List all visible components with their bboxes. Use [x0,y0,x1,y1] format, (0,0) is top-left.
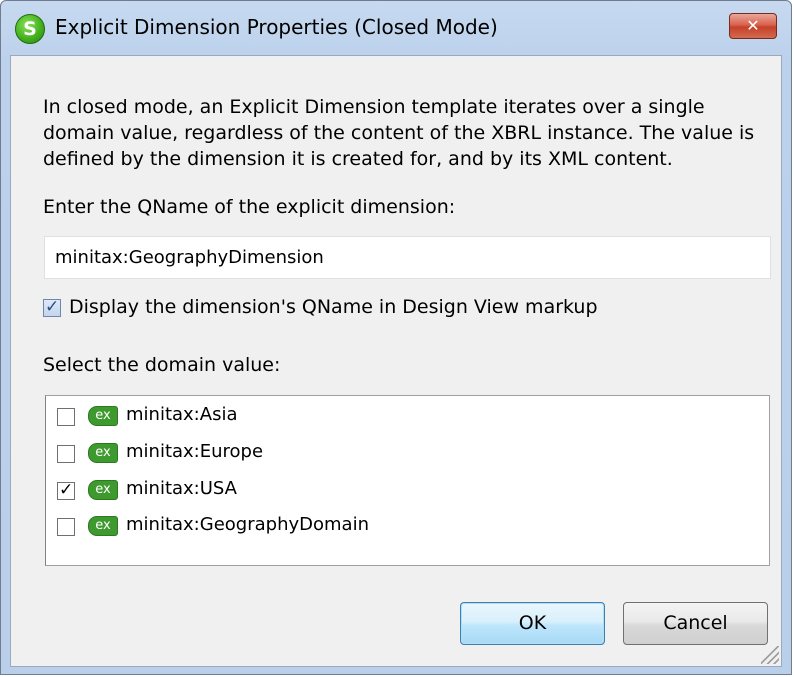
title-bar[interactable]: Explicit Dimension Properties (Closed Mo… [1,1,791,55]
resize-grip-icon[interactable] [761,646,779,664]
display-qname-checkbox[interactable] [43,297,61,317]
domain-checkbox[interactable] [57,480,75,500]
domain-checkbox[interactable] [57,518,75,536]
domain-checkbox[interactable] [57,408,75,426]
qname-input[interactable]: minitax:GeographyDimension [44,236,771,279]
explicit-member-icon: ex [88,406,118,426]
explicit-member-icon: ex [88,516,118,536]
domain-item-label[interactable]: minitax:USA [126,478,237,499]
domain-item-label[interactable]: minitax:GeographyDomain [126,514,369,535]
app-icon [15,14,45,44]
explicit-member-icon: ex [88,480,118,500]
cancel-button[interactable]: Cancel [623,602,768,645]
dialog-window: Explicit Dimension Properties (Closed Mo… [0,0,792,675]
domain-checkbox[interactable] [57,445,75,463]
explicit-member-icon: ex [88,443,118,463]
ok-button[interactable]: OK [460,602,605,645]
display-qname-option[interactable]: Display the dimension's QName in Design … [43,296,598,321]
description-text: In closed mode, an Explicit Dimension te… [43,96,755,170]
domain-item-label[interactable]: minitax:Asia [126,404,237,425]
domain-label: Select the domain value: [43,354,281,376]
display-qname-label[interactable]: Display the dimension's QName in Design … [69,296,598,318]
domain-listbox[interactable]: ex minitax:Asia ex minitax:Europe ex min… [45,395,770,566]
domain-item-label[interactable]: minitax:Europe [126,441,263,462]
close-icon[interactable] [729,13,777,39]
qname-label: Enter the QName of the explicit dimensio… [43,196,456,218]
dialog-body: In closed mode, an Explicit Dimension te… [10,55,782,667]
window-title: Explicit Dimension Properties (Closed Mo… [55,15,498,39]
